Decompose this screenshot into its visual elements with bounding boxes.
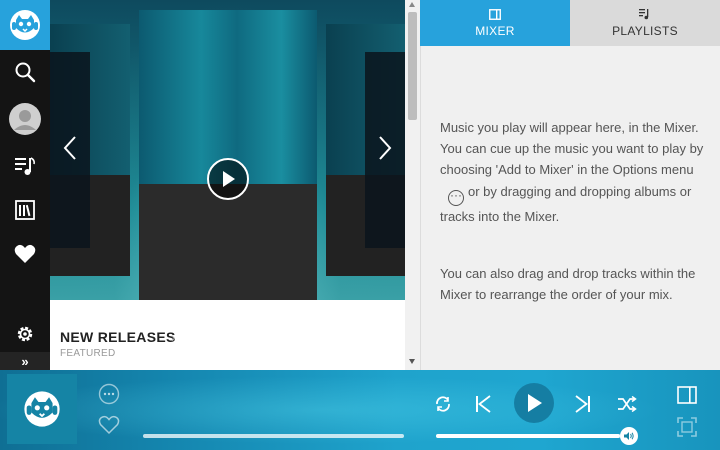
section-chevron-icon[interactable]: › — [171, 330, 175, 345]
section-subtitle: FEATURED — [60, 348, 116, 359]
help-text-part-b: or by dragging and dropping albums or tr… — [440, 183, 692, 224]
scroll-down-arrow[interactable] — [409, 359, 415, 364]
main-content: NEW RELEASES › FEATURED — [50, 0, 420, 370]
carousel-next-button[interactable] — [370, 130, 400, 166]
more-options-icon — [98, 383, 120, 405]
app-window: » NEW RELEASES › FEATURED MIXER PLAYLIST… — [0, 0, 720, 450]
scroll-thumb[interactable] — [408, 12, 417, 120]
progress-bar[interactable] — [143, 434, 404, 438]
mixer-help-text-2: You can also drag and drop tracks within… — [440, 266, 696, 303]
featured-carousel — [50, 0, 405, 300]
carousel-card-current[interactable] — [139, 10, 317, 300]
repeat-button[interactable] — [431, 392, 455, 416]
chevron-left-icon — [63, 136, 76, 160]
options-icon: ··· — [448, 189, 464, 206]
mixer-panel-icon — [677, 386, 697, 404]
music-list-icon — [15, 157, 35, 175]
tab-mixer-label: MIXER — [475, 23, 515, 38]
skip-next-icon — [575, 395, 590, 413]
chevron-right-icon — [379, 136, 392, 160]
play-icon — [223, 171, 235, 187]
sidebar-item-settings[interactable] — [0, 312, 50, 356]
volume-knob[interactable] — [620, 427, 638, 445]
search-icon — [15, 62, 36, 83]
volume-icon — [624, 432, 634, 440]
play-icon — [528, 394, 542, 412]
sidebar-expand-button[interactable]: » — [0, 352, 50, 370]
favorite-track-button[interactable] — [97, 414, 121, 436]
fullscreen-icon — [677, 417, 697, 437]
toggle-mixer-button[interactable] — [676, 385, 698, 405]
card-art-bottom — [139, 184, 317, 300]
play-button[interactable] — [514, 383, 554, 423]
tab-mixer[interactable]: MIXER — [420, 0, 570, 46]
new-releases-section: NEW RELEASES › FEATURED — [50, 300, 405, 370]
mixer-icon — [489, 8, 501, 20]
volume-fill — [436, 434, 621, 438]
section-title[interactable]: NEW RELEASES — [60, 329, 176, 345]
sidebar-item-search[interactable] — [0, 50, 50, 94]
help-text-part-a: Music you play will appear here, in the … — [440, 120, 704, 178]
shuffle-icon — [618, 396, 637, 412]
heart-outline-icon — [98, 415, 120, 435]
previous-track-button[interactable] — [471, 392, 495, 416]
scroll-up-arrow[interactable] — [409, 2, 415, 7]
repeat-icon — [436, 396, 450, 412]
gear-icon — [17, 326, 33, 342]
main-scrollbar[interactable] — [405, 0, 420, 370]
sidebar-item-playlists[interactable] — [0, 144, 50, 188]
sidebar-item-library[interactable] — [0, 188, 50, 232]
carousel-play-button[interactable] — [207, 158, 249, 200]
mixer-help-text-1: Music you play will appear here, in the … — [440, 117, 708, 227]
shuffle-button[interactable] — [615, 392, 639, 416]
sidebar-item-favorites[interactable] — [0, 232, 50, 276]
skip-previous-icon — [476, 395, 491, 413]
now-playing-artwork[interactable] — [7, 374, 77, 444]
napster-logo[interactable] — [0, 0, 50, 50]
heart-icon — [14, 244, 36, 263]
avatar — [9, 103, 41, 135]
track-options-button[interactable] — [97, 382, 121, 406]
napster-cat-icon — [10, 10, 40, 40]
library-icon — [15, 200, 35, 220]
mixer-panel: MIXER PLAYLISTS Music you play will appe… — [420, 0, 720, 370]
carousel-prev-button[interactable] — [55, 130, 85, 166]
sidebar: » — [0, 0, 50, 370]
tab-playlists-label: PLAYLISTS — [612, 24, 678, 38]
playlist-icon — [639, 9, 649, 20]
next-track-button[interactable] — [571, 392, 595, 416]
napster-cat-icon — [24, 391, 60, 427]
fullscreen-button[interactable] — [676, 416, 698, 438]
sidebar-item-profile[interactable] — [0, 97, 50, 141]
expand-label: » — [21, 353, 29, 369]
tab-playlists[interactable]: PLAYLISTS — [570, 0, 720, 46]
